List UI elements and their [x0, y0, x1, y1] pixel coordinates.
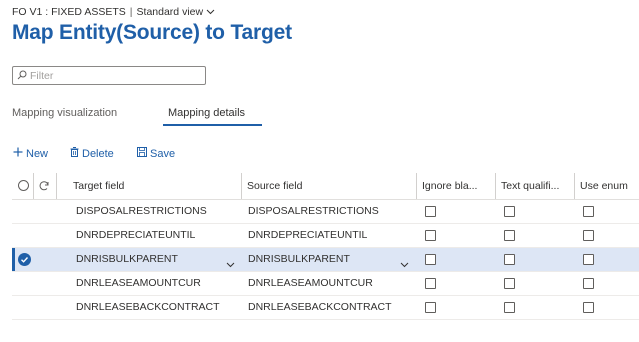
source-field-cell[interactable]: DNRDEPRECIATEUNTIL	[244, 224, 416, 247]
company-label: FO V1 : FIXED ASSETS	[12, 6, 126, 18]
table-row[interactable]: DNRLEASEBACKCONTRACT DNRLEASEBACKCONTRAC…	[12, 296, 639, 320]
text-qualifier-checkbox[interactable]	[504, 206, 515, 217]
view-label: Standard view	[136, 6, 204, 18]
chevron-down-icon[interactable]	[400, 255, 409, 273]
ignore-blank-checkbox[interactable]	[425, 278, 436, 289]
target-field-cell[interactable]: DNRLEASEBACKCONTRACT	[72, 296, 241, 319]
target-field-cell[interactable]: DNRDEPRECIATEUNTIL	[72, 224, 241, 247]
column-header-target-field[interactable]: Target field	[68, 173, 241, 199]
filter-box[interactable]	[12, 66, 206, 85]
filter-input[interactable]	[30, 69, 200, 82]
target-field-cell[interactable]: DISPOSALRESTRICTIONS	[72, 200, 241, 223]
save-button[interactable]: Save	[137, 147, 175, 160]
column-divider	[56, 173, 57, 199]
target-field-combo[interactable]: DNRISBULKPARENT	[72, 248, 227, 271]
table-row[interactable]: DISPOSALRESTRICTIONS DISPOSALRESTRICTION…	[12, 200, 639, 224]
new-label: New	[26, 147, 49, 160]
text-qualifier-checkbox[interactable]	[504, 302, 515, 313]
use-enum-checkbox[interactable]	[583, 254, 594, 265]
tab-mapping-visualization[interactable]: Mapping visualization	[12, 107, 117, 119]
new-button[interactable]: New	[13, 147, 48, 160]
refresh-icon[interactable]	[38, 179, 50, 197]
source-field-cell[interactable]: DISPOSALRESTRICTIONS	[244, 200, 416, 223]
column-header-source-field[interactable]: Source field	[242, 173, 416, 199]
table-row[interactable]: DNRISBULKPARENT DNRISBULKPARENT	[12, 248, 639, 272]
trash-icon	[70, 147, 79, 160]
table-row[interactable]: DNRDEPRECIATEUNTIL DNRDEPRECIATEUNTIL	[12, 224, 639, 248]
delete-label: Delete	[82, 147, 114, 160]
breadcrumb: FO V1 : FIXED ASSETS | Standard view	[12, 6, 215, 18]
breadcrumb-separator: |	[129, 6, 133, 18]
view-selector[interactable]: Standard view	[137, 6, 216, 18]
source-field-combo[interactable]: DNRISBULKPARENT	[244, 248, 399, 271]
tab-mapping-details[interactable]: Mapping details	[168, 107, 245, 119]
select-all-radio[interactable]	[18, 180, 29, 191]
use-enum-checkbox[interactable]	[583, 206, 594, 217]
delete-button[interactable]: Delete	[70, 147, 114, 160]
text-qualifier-checkbox[interactable]	[504, 254, 515, 265]
chevron-down-icon[interactable]	[226, 255, 235, 273]
page-title: Map Entity(Source) to Target	[12, 21, 292, 44]
column-header-text-qualifier[interactable]: Text qualifi...	[496, 173, 574, 199]
plus-icon	[13, 147, 23, 160]
source-field-cell[interactable]: DNRLEASEAMOUNTCUR	[244, 272, 416, 295]
ignore-blank-checkbox[interactable]	[425, 206, 436, 217]
text-qualifier-checkbox[interactable]	[504, 278, 515, 289]
ignore-blank-checkbox[interactable]	[425, 230, 436, 241]
use-enum-checkbox[interactable]	[583, 230, 594, 241]
row-selected-check-icon[interactable]	[18, 253, 31, 266]
column-divider	[33, 173, 34, 199]
use-enum-checkbox[interactable]	[583, 302, 594, 313]
ignore-blank-checkbox[interactable]	[425, 254, 436, 265]
text-qualifier-checkbox[interactable]	[504, 230, 515, 241]
target-field-cell[interactable]: DNRLEASEAMOUNTCUR	[72, 272, 241, 295]
grid-header: Target field Source field Ignore bla... …	[12, 173, 639, 200]
active-tab-indicator	[163, 124, 262, 126]
table-row[interactable]: DNRLEASEAMOUNTCUR DNRLEASEAMOUNTCUR	[12, 272, 639, 296]
search-icon	[17, 67, 27, 85]
column-header-ignore-blank[interactable]: Ignore bla...	[417, 173, 495, 199]
chevron-down-icon	[206, 9, 215, 15]
use-enum-checkbox[interactable]	[583, 278, 594, 289]
selected-row-indicator	[12, 248, 15, 271]
save-label: Save	[150, 147, 176, 160]
table-row[interactable]	[12, 320, 639, 342]
column-header-use-enum[interactable]: Use enum	[575, 173, 639, 199]
source-field-cell[interactable]: DNRLEASEBACKCONTRACT	[244, 296, 416, 319]
save-icon	[137, 147, 147, 160]
ignore-blank-checkbox[interactable]	[425, 302, 436, 313]
